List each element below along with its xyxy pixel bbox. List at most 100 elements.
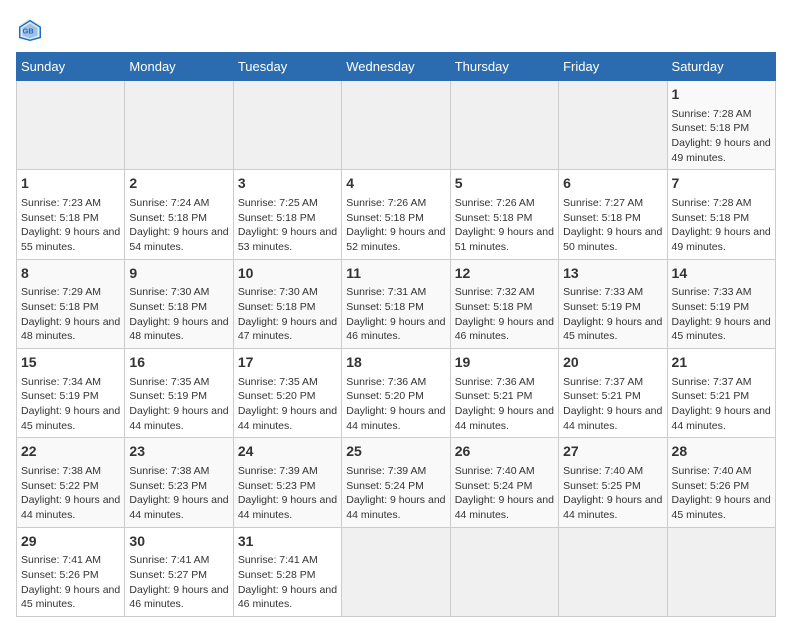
day-info: Sunrise: 7:34 AMSunset: 5:19 PMDaylight:… [21,375,120,434]
day-info: Sunrise: 7:41 AMSunset: 5:27 PMDaylight:… [129,553,228,612]
calendar-cell: 30Sunrise: 7:41 AMSunset: 5:27 PMDayligh… [125,527,233,616]
day-info: Sunrise: 7:30 AMSunset: 5:18 PMDaylight:… [238,285,337,344]
calendar-cell: 9Sunrise: 7:30 AMSunset: 5:18 PMDaylight… [125,259,233,348]
day-info: Sunrise: 7:31 AMSunset: 5:18 PMDaylight:… [346,285,445,344]
day-header-tuesday: Tuesday [233,53,341,81]
day-number: 22 [21,442,120,462]
calendar-body: 1Sunrise: 7:28 AMSunset: 5:18 PMDaylight… [17,81,776,617]
day-number: 15 [21,353,120,373]
logo-icon: GB [16,16,44,44]
calendar-cell: 26Sunrise: 7:40 AMSunset: 5:24 PMDayligh… [450,438,558,527]
day-info: Sunrise: 7:25 AMSunset: 5:18 PMDaylight:… [238,196,337,255]
day-number: 31 [238,532,337,552]
calendar-cell: 5Sunrise: 7:26 AMSunset: 5:18 PMDaylight… [450,170,558,259]
day-info: Sunrise: 7:36 AMSunset: 5:21 PMDaylight:… [455,375,554,434]
day-info: Sunrise: 7:23 AMSunset: 5:18 PMDaylight:… [21,196,120,255]
calendar-cell: 23Sunrise: 7:38 AMSunset: 5:23 PMDayligh… [125,438,233,527]
calendar-cell: 29Sunrise: 7:41 AMSunset: 5:26 PMDayligh… [17,527,125,616]
calendar-cell: 3Sunrise: 7:25 AMSunset: 5:18 PMDaylight… [233,170,341,259]
day-info: Sunrise: 7:33 AMSunset: 5:19 PMDaylight:… [672,285,771,344]
week-row-3: 8Sunrise: 7:29 AMSunset: 5:18 PMDaylight… [17,259,776,348]
calendar-cell: 8Sunrise: 7:29 AMSunset: 5:18 PMDaylight… [17,259,125,348]
calendar-cell [559,527,667,616]
day-info: Sunrise: 7:28 AMSunset: 5:18 PMDaylight:… [672,107,771,166]
svg-text:GB: GB [23,27,35,36]
day-number: 16 [129,353,228,373]
day-info: Sunrise: 7:27 AMSunset: 5:18 PMDaylight:… [563,196,662,255]
day-info: Sunrise: 7:24 AMSunset: 5:18 PMDaylight:… [129,196,228,255]
calendar-cell: 1Sunrise: 7:28 AMSunset: 5:18 PMDaylight… [667,81,775,170]
day-header-monday: Monday [125,53,233,81]
calendar-cell: 25Sunrise: 7:39 AMSunset: 5:24 PMDayligh… [342,438,450,527]
week-row-2: 1Sunrise: 7:23 AMSunset: 5:18 PMDaylight… [17,170,776,259]
calendar-cell: 7Sunrise: 7:28 AMSunset: 5:18 PMDaylight… [667,170,775,259]
calendar-cell: 27Sunrise: 7:40 AMSunset: 5:25 PMDayligh… [559,438,667,527]
week-row-6: 29Sunrise: 7:41 AMSunset: 5:26 PMDayligh… [17,527,776,616]
day-number: 29 [21,532,120,552]
day-of-week-row: SundayMondayTuesdayWednesdayThursdayFrid… [17,53,776,81]
calendar-cell [233,81,341,170]
day-info: Sunrise: 7:33 AMSunset: 5:19 PMDaylight:… [563,285,662,344]
day-info: Sunrise: 7:40 AMSunset: 5:24 PMDaylight:… [455,464,554,523]
day-number: 6 [563,174,662,194]
day-number: 14 [672,264,771,284]
day-number: 12 [455,264,554,284]
calendar-cell [450,527,558,616]
calendar-cell: 17Sunrise: 7:35 AMSunset: 5:20 PMDayligh… [233,349,341,438]
day-info: Sunrise: 7:38 AMSunset: 5:22 PMDaylight:… [21,464,120,523]
calendar-cell: 19Sunrise: 7:36 AMSunset: 5:21 PMDayligh… [450,349,558,438]
day-number: 4 [346,174,445,194]
day-info: Sunrise: 7:26 AMSunset: 5:18 PMDaylight:… [455,196,554,255]
day-number: 27 [563,442,662,462]
calendar-cell: 4Sunrise: 7:26 AMSunset: 5:18 PMDaylight… [342,170,450,259]
calendar-cell [667,527,775,616]
day-info: Sunrise: 7:26 AMSunset: 5:18 PMDaylight:… [346,196,445,255]
day-number: 19 [455,353,554,373]
day-number: 1 [21,174,120,194]
day-number: 3 [238,174,337,194]
calendar-cell [17,81,125,170]
day-number: 25 [346,442,445,462]
day-header-wednesday: Wednesday [342,53,450,81]
calendar-cell: 1Sunrise: 7:23 AMSunset: 5:18 PMDaylight… [17,170,125,259]
calendar-cell: 16Sunrise: 7:35 AMSunset: 5:19 PMDayligh… [125,349,233,438]
calendar-cell: 12Sunrise: 7:32 AMSunset: 5:18 PMDayligh… [450,259,558,348]
day-number: 21 [672,353,771,373]
day-info: Sunrise: 7:41 AMSunset: 5:28 PMDaylight:… [238,553,337,612]
day-number: 20 [563,353,662,373]
calendar-cell: 15Sunrise: 7:34 AMSunset: 5:19 PMDayligh… [17,349,125,438]
calendar-cell: 28Sunrise: 7:40 AMSunset: 5:26 PMDayligh… [667,438,775,527]
calendar-cell: 20Sunrise: 7:37 AMSunset: 5:21 PMDayligh… [559,349,667,438]
day-header-thursday: Thursday [450,53,558,81]
day-number: 10 [238,264,337,284]
logo: GB [16,16,48,44]
calendar-cell: 14Sunrise: 7:33 AMSunset: 5:19 PMDayligh… [667,259,775,348]
day-number: 26 [455,442,554,462]
day-number: 11 [346,264,445,284]
week-row-4: 15Sunrise: 7:34 AMSunset: 5:19 PMDayligh… [17,349,776,438]
calendar-cell: 31Sunrise: 7:41 AMSunset: 5:28 PMDayligh… [233,527,341,616]
day-info: Sunrise: 7:29 AMSunset: 5:18 PMDaylight:… [21,285,120,344]
day-header-friday: Friday [559,53,667,81]
day-number: 18 [346,353,445,373]
day-info: Sunrise: 7:35 AMSunset: 5:20 PMDaylight:… [238,375,337,434]
day-number: 7 [672,174,771,194]
calendar-table: SundayMondayTuesdayWednesdayThursdayFrid… [16,52,776,617]
day-info: Sunrise: 7:40 AMSunset: 5:26 PMDaylight:… [672,464,771,523]
day-info: Sunrise: 7:37 AMSunset: 5:21 PMDaylight:… [672,375,771,434]
calendar-cell [559,81,667,170]
calendar-cell: 10Sunrise: 7:30 AMSunset: 5:18 PMDayligh… [233,259,341,348]
calendar-cell [450,81,558,170]
day-number: 13 [563,264,662,284]
day-number: 30 [129,532,228,552]
day-number: 2 [129,174,228,194]
day-info: Sunrise: 7:40 AMSunset: 5:25 PMDaylight:… [563,464,662,523]
day-number: 5 [455,174,554,194]
calendar-cell: 2Sunrise: 7:24 AMSunset: 5:18 PMDaylight… [125,170,233,259]
day-info: Sunrise: 7:30 AMSunset: 5:18 PMDaylight:… [129,285,228,344]
day-info: Sunrise: 7:39 AMSunset: 5:24 PMDaylight:… [346,464,445,523]
day-number: 1 [672,85,771,105]
calendar-cell [342,81,450,170]
day-header-sunday: Sunday [17,53,125,81]
day-info: Sunrise: 7:32 AMSunset: 5:18 PMDaylight:… [455,285,554,344]
